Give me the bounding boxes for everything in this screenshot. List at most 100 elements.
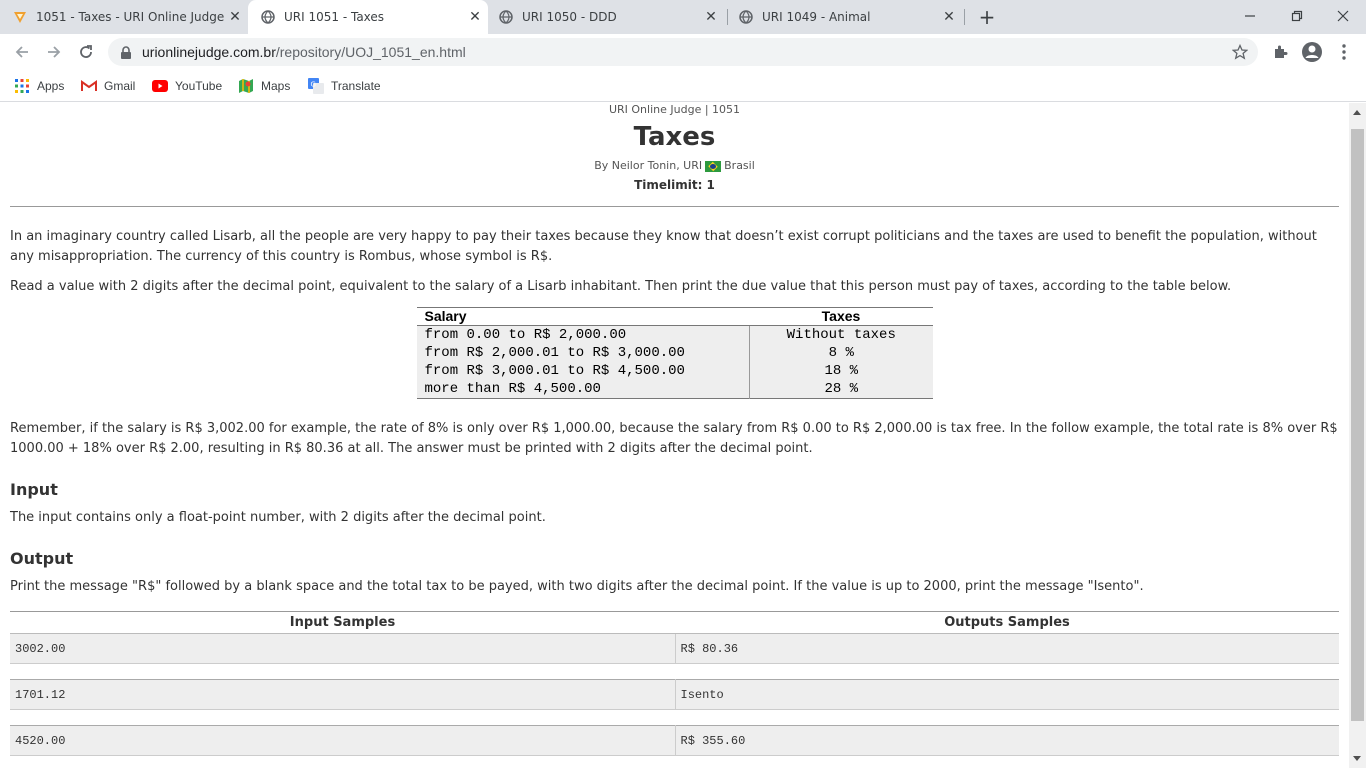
table-row: from R$ 2,000.01 to R$ 3,000.00 8 % [416,344,933,362]
profile-avatar-icon[interactable] [1298,38,1326,66]
menu-kebab-icon[interactable] [1330,38,1358,66]
sample-input: 3002.00 [10,633,676,664]
tab-divider [727,9,728,25]
new-tab-icon[interactable]: + [976,5,998,29]
tab-title: URI 1051 - Taxes [284,10,385,24]
bookmark-label: Translate [331,79,381,93]
sample-row: 4520.00 R$ 355.60 [10,725,1339,756]
description-paragraph: In an imaginary country called Lisarb, a… [10,229,1317,264]
table-row: from R$ 3,000.01 to R$ 4,500.00 18 % [416,362,933,380]
problem-content: URI Online Judge | 1051 Taxes By Neilor … [10,103,1339,756]
back-arrow-icon[interactable] [8,38,36,66]
tab-title: URI 1049 - Animal [762,10,871,24]
url-text: urionlinejudge.com.br/repository/UOJ_105… [142,44,466,60]
gap-cell [10,709,675,726]
tax-table: Salary Taxes from 0.00 to R$ 2,000.00 Wi… [416,307,933,399]
bookmark-maps[interactable]: Maps [238,76,290,96]
close-tab-icon[interactable]: ✕ [940,8,958,26]
tab-1049-animal[interactable]: URI 1049 - Animal ✕ [738,0,962,34]
gap-cell [675,663,1339,680]
youtube-icon [152,78,168,94]
close-tab-icon[interactable]: ✕ [226,8,244,26]
gap-cell [10,663,675,680]
table-row: from 0.00 to R$ 2,000.00 Without taxes [416,325,933,344]
sample-gap [10,709,1339,726]
bookmark-label: YouTube [175,79,223,93]
bookmark-label: Apps [37,79,65,93]
input-heading: Input [10,480,58,499]
bookmarks-bar: Apps Gmail YouTube Maps G Translate [0,70,1366,102]
sample-gap [10,663,1339,680]
sample-row: 1701.12 Isento [10,679,1339,710]
salary-range: from 0.00 to R$ 2,000.00 [416,325,750,344]
sample-row: 3002.00 R$ 80.36 [10,633,1339,664]
timelimit: Timelimit: 1 [634,178,715,192]
lock-icon[interactable] [120,45,132,64]
description-paragraph: Remember, if the salary is R$ 3,002.00 f… [10,421,1338,456]
sample-output: R$ 355.60 [675,725,1339,756]
bookmark-gmail[interactable]: Gmail [81,76,135,96]
column-header-salary: Salary [416,307,750,326]
tax-table-header: Salary Taxes [416,307,933,326]
salary-range: more than R$ 4,500.00 [416,380,750,399]
bookmark-apps[interactable]: Apps [14,76,64,96]
scrollbar-thumb[interactable] [1351,129,1364,721]
bookmark-star-icon[interactable] [1231,43,1249,64]
globe-icon [498,9,514,25]
sample-output: Isento [675,679,1339,710]
salary-range: from R$ 2,000.01 to R$ 3,000.00 [416,344,750,362]
close-tab-icon[interactable]: ✕ [466,8,484,26]
tab-title: URI 1050 - DDD [522,10,617,24]
header-divider [10,206,1339,207]
reload-icon[interactable] [72,38,100,66]
judge-line: URI Online Judge | 1051 [608,103,741,116]
bookmark-label: Gmail [104,79,136,93]
gmail-icon [81,78,97,94]
input-text: The input contains only a float-point nu… [10,510,546,525]
tax-rate: 18 % [824,363,859,379]
sample-input: 1701.12 [10,679,676,710]
sample-output: R$ 80.36 [675,633,1339,664]
close-tab-icon[interactable]: ✕ [702,8,720,26]
page-title: Taxes [633,122,716,152]
globe-icon [738,9,754,25]
svg-text:G: G [311,81,316,89]
globe-icon [260,9,276,25]
bookmark-label: Maps [261,79,291,93]
tab-title: 1051 - Taxes - URI Online Judge [36,10,225,24]
tax-rate: 8 % [828,345,854,361]
author-country: Brasil [724,159,755,172]
url-path: /repository/UOJ_1051_en.html [275,44,466,60]
salary-range: from R$ 3,000.01 to R$ 4,500.00 [416,362,750,380]
samples-header: Input Samples Outputs Samples [10,611,1339,634]
sample-input: 4520.00 [10,725,676,756]
scroll-down-arrow-icon[interactable] [1353,756,1361,761]
translate-icon: G [308,78,324,94]
tab-1051-uri[interactable]: 1051 - Taxes - URI Online Judge ✕ [12,0,248,34]
bookmark-translate[interactable]: G Translate [308,76,381,96]
extensions-icon[interactable] [1266,38,1294,66]
brazil-flag-icon [705,160,722,172]
output-heading: Output [10,549,74,568]
column-header-output-samples: Outputs Samples [675,611,1339,634]
address-bar[interactable]: urionlinejudge.com.br/repository/UOJ_105… [108,38,1258,66]
author-line: By Neilor Tonin, URI Brasil [10,159,1339,173]
tab-1051-taxes[interactable]: URI 1051 - Taxes ✕ [248,0,488,34]
restore-icon[interactable] [1285,4,1309,28]
apps-grid-icon [14,78,30,94]
close-window-icon[interactable] [1331,4,1355,28]
uri-logo-icon [12,9,28,25]
bookmark-youtube[interactable]: YouTube [152,76,222,96]
page-viewport: URI Online Judge | 1051 Taxes By Neilor … [0,103,1349,768]
column-header-taxes: Taxes [749,307,933,326]
column-header-input-samples: Input Samples [10,611,675,634]
output-text: Print the message "R$" followed by a bla… [10,579,1144,594]
vertical-scrollbar[interactable] [1349,103,1366,768]
tab-strip: 1051 - Taxes - URI Online Judge ✕ URI 10… [0,0,1366,34]
tab-1050-ddd[interactable]: URI 1050 - DDD ✕ [498,0,724,34]
table-row: more than R$ 4,500.00 28 % [416,380,933,399]
gap-cell [675,709,1339,726]
minimize-icon[interactable] [1238,4,1262,28]
forward-arrow-icon[interactable] [40,38,68,66]
scroll-up-arrow-icon[interactable] [1353,110,1361,115]
